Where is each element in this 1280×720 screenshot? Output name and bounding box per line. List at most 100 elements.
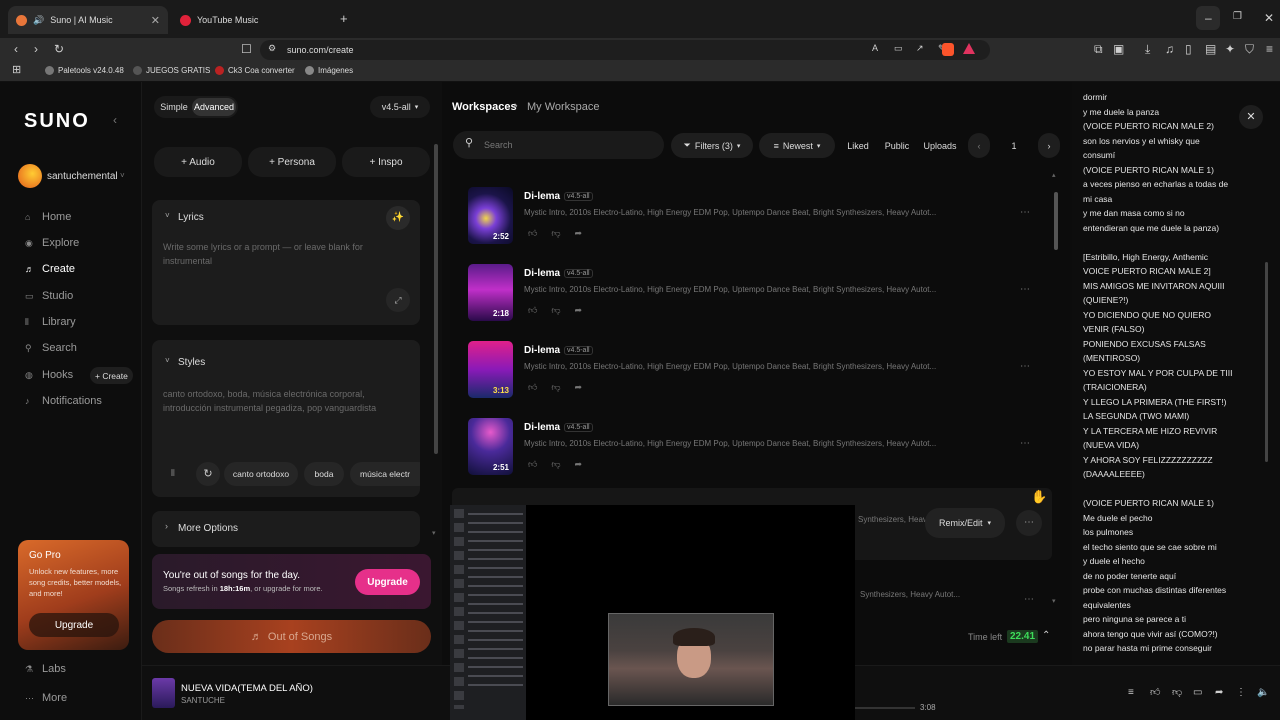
more-options-icon[interactable]: ⋯ bbox=[1020, 361, 1030, 372]
queue-icon[interactable]: ≡ bbox=[1128, 688, 1134, 698]
address-bar[interactable]: ⚙ suno.com/create A ▭ ↗ ✎ bbox=[260, 40, 990, 60]
add-audio-button[interactable]: + Audio bbox=[154, 147, 242, 177]
username[interactable]: santuchemental bbox=[47, 171, 118, 182]
thumbs-up-icon[interactable]: 👍︎ bbox=[528, 382, 537, 393]
song-cover[interactable]: 2:52 bbox=[468, 187, 513, 244]
lyrics-input[interactable]: Write some lyrics or a prompt — or leave… bbox=[163, 240, 383, 268]
bookmark-paletools[interactable]: Paletools v24.0.48 bbox=[45, 66, 124, 75]
expand-icon[interactable]: ⤢ bbox=[386, 288, 410, 312]
upgrade-button[interactable]: Upgrade bbox=[355, 569, 420, 595]
lyrics-scrollbar[interactable] bbox=[1265, 262, 1268, 462]
song-row[interactable]: 2:51 Di-lema v4.5-all Mystic Intro, 2010… bbox=[468, 418, 1058, 480]
scroll-down-icon[interactable]: ▾ bbox=[1052, 598, 1056, 605]
download-icon[interactable]: ⤓ bbox=[1145, 43, 1150, 55]
share-icon[interactable]: ➦ bbox=[575, 382, 583, 393]
close-lyrics-icon[interactable]: ✕ bbox=[1239, 105, 1263, 129]
thumbs-down-icon[interactable]: 👎︎ bbox=[551, 459, 560, 470]
scroll-up-icon[interactable]: ▴ bbox=[1052, 172, 1056, 179]
sidebar-item-create[interactable]: ♬ Create bbox=[25, 263, 75, 275]
go-pro-upgrade-button[interactable]: Upgrade bbox=[29, 613, 119, 637]
extensions-icon[interactable]: ⧉ bbox=[1094, 43, 1103, 55]
mode-simple[interactable]: Simple bbox=[156, 98, 192, 116]
chevron-down-icon[interactable]: ˅ bbox=[120, 172, 125, 180]
add-persona-button[interactable]: + Persona bbox=[248, 147, 336, 177]
search-field[interactable]: ⚲ Search bbox=[453, 131, 664, 159]
song-row[interactable]: 2:18 Di-lema v4.5-all Mystic Intro, 2010… bbox=[468, 264, 1058, 326]
more-options-icon[interactable]: ⋯ bbox=[1024, 594, 1034, 605]
cast-icon[interactable]: ▭ bbox=[894, 44, 903, 53]
song-cover[interactable]: 2:51 bbox=[468, 418, 513, 475]
volume-icon[interactable]: 🔈 bbox=[1257, 688, 1269, 698]
chevron-down-icon[interactable]: ˅ bbox=[165, 212, 170, 220]
hooks-create-badge[interactable]: + Create bbox=[90, 367, 133, 384]
translate-icon[interactable]: A bbox=[872, 44, 878, 53]
thumbs-up-icon[interactable]: 👍︎ bbox=[528, 228, 537, 239]
breadcrumb-current[interactable]: My Workspace bbox=[527, 101, 600, 113]
filters-button[interactable]: ⏷ Filters (3) ▾ bbox=[671, 133, 753, 158]
comment-icon[interactable]: ▭ bbox=[1193, 688, 1202, 698]
new-tab-icon[interactable]: + bbox=[340, 12, 348, 25]
back-icon[interactable]: ‹ bbox=[14, 43, 18, 55]
out-of-songs-button[interactable]: ♬ Out of Songs bbox=[152, 620, 431, 653]
model-select[interactable]: v4.5-all ▾ bbox=[370, 96, 430, 118]
sidebar-item-more[interactable]: ⋯ More bbox=[25, 692, 67, 704]
style-tag[interactable]: boda bbox=[304, 462, 344, 486]
workspace-scrollbar[interactable] bbox=[1054, 192, 1058, 250]
sidebar-item-explore[interactable]: ◉ Explore bbox=[25, 237, 79, 249]
sidebar-item-notifications[interactable]: ♪ Notifications bbox=[25, 395, 102, 407]
more-options-card[interactable]: › More Options bbox=[152, 511, 420, 547]
prev-page-button[interactable]: ‹ bbox=[968, 133, 990, 158]
player-artist[interactable]: SANTUCHE bbox=[181, 696, 225, 705]
filter-liked[interactable]: Liked bbox=[841, 133, 875, 158]
bookmark-ck3[interactable]: Ck3 Coa converter bbox=[215, 66, 295, 75]
sidebar-item-studio[interactable]: ▭ Studio bbox=[25, 290, 73, 302]
thumbs-down-icon[interactable]: 👎︎ bbox=[551, 382, 560, 393]
sidebar-item-labs[interactable]: ⚗ Labs bbox=[25, 663, 66, 675]
mode-advanced[interactable]: Advanced bbox=[192, 98, 236, 116]
leo-icon[interactable]: ✦ bbox=[1225, 43, 1235, 55]
media-icon[interactable]: ♫ bbox=[1165, 43, 1174, 55]
shuffle-icon[interactable]: ↻ bbox=[196, 462, 220, 486]
reload-icon[interactable]: ↻ bbox=[54, 43, 64, 55]
create-scrollbar[interactable] bbox=[434, 144, 438, 454]
more-options-icon[interactable]: ⋯ bbox=[1016, 510, 1042, 536]
share-icon[interactable]: ➦ bbox=[575, 305, 583, 316]
song-row[interactable]: 2:52 Di-lema v4.5-all Mystic Intro, 2010… bbox=[468, 187, 1058, 249]
sidebar-item-search[interactable]: ⚲ Search bbox=[25, 342, 77, 354]
thumbs-up-icon[interactable]: 👍︎ bbox=[1150, 688, 1160, 698]
minimize-icon[interactable]: – bbox=[1205, 12, 1212, 24]
screenshot-icon[interactable]: ▣ bbox=[1113, 43, 1124, 55]
next-page-button[interactable]: › bbox=[1038, 133, 1060, 158]
page-number[interactable]: 1 bbox=[996, 133, 1032, 158]
share-icon[interactable]: ➦ bbox=[575, 459, 583, 470]
library-icon[interactable]: ⫴ bbox=[171, 469, 175, 478]
thumbs-down-icon[interactable]: 👎︎ bbox=[1172, 688, 1182, 698]
sidebar-item-home[interactable]: ⌂ Home bbox=[25, 211, 71, 223]
maximize-icon[interactable]: ❐ bbox=[1233, 12, 1242, 22]
song-cover[interactable]: 2:18 bbox=[468, 264, 513, 321]
chevron-up-icon[interactable]: ⌃ bbox=[1042, 631, 1050, 641]
share-icon[interactable]: ➦ bbox=[575, 228, 583, 239]
style-tag[interactable]: canto ortodoxo bbox=[224, 462, 298, 486]
share-icon[interactable]: ↗ bbox=[916, 44, 924, 53]
bookmark-juegos[interactable]: JUEGOS GRATIS bbox=[133, 66, 210, 75]
sidebar-toggle-icon[interactable]: ▯ bbox=[1185, 43, 1192, 55]
song-title[interactable]: Di-lema bbox=[524, 191, 560, 202]
song-title[interactable]: Di-lema bbox=[524, 268, 560, 279]
thumbs-up-icon[interactable]: 👍︎ bbox=[528, 305, 537, 316]
chevron-down-icon[interactable]: ˅ bbox=[165, 357, 170, 365]
scroll-down-icon[interactable]: ▾ bbox=[432, 530, 436, 537]
song-title[interactable]: Di-lema bbox=[524, 345, 560, 356]
magic-wand-icon[interactable]: ✨ bbox=[386, 206, 410, 230]
filter-uploads[interactable]: Uploads bbox=[920, 133, 960, 158]
avatar[interactable] bbox=[18, 164, 42, 188]
song-title[interactable]: Di-lema bbox=[524, 422, 560, 433]
bookmark-imagenes[interactable]: Imágenes bbox=[305, 66, 353, 75]
brave-shield-icon[interactable] bbox=[942, 43, 954, 56]
tab-youtube-music[interactable]: YouTube Music bbox=[172, 6, 332, 34]
player-cover[interactable] bbox=[152, 678, 175, 708]
song-row[interactable]: 3:13 Di-lema v4.5-all Mystic Intro, 2010… bbox=[468, 341, 1058, 403]
more-options-icon[interactable]: ⋯ bbox=[1020, 207, 1030, 218]
site-info-icon[interactable]: ⚙ bbox=[268, 44, 276, 53]
sidebar-item-hooks[interactable]: ◍ Hooks bbox=[25, 369, 73, 381]
